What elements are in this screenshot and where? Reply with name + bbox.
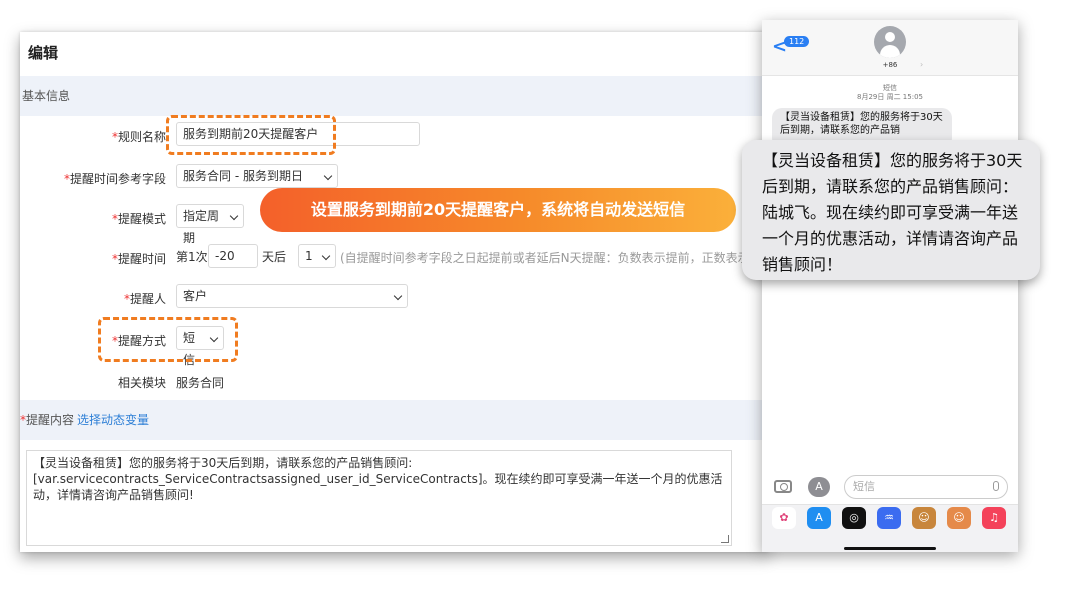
module-label: 相关模块 bbox=[117, 376, 166, 390]
app-tray: ✿ A ◎ ♒ ☺ ☺ ♫ bbox=[762, 504, 1018, 552]
mode-value: 指定周期 bbox=[183, 209, 220, 245]
sms-bubble-enlarged: 【灵当设备租赁】您的服务将于30天后到期，请联系您的产品销售顾问：陆城飞。现在续… bbox=[742, 140, 1040, 280]
time-prefix: 第1次 bbox=[176, 250, 208, 264]
camera-icon[interactable] bbox=[774, 480, 792, 493]
message-type: 短信 bbox=[883, 84, 897, 92]
person-value: 客户 bbox=[183, 289, 208, 303]
message-time: 8月29日 周二 15:05 bbox=[857, 93, 923, 101]
module-value: 服务合同 bbox=[176, 376, 225, 390]
phone-input-row: A 短信 bbox=[762, 472, 1018, 502]
phone-header: < 112 +86 › bbox=[762, 20, 1018, 76]
time-hour-select[interactable]: 1 bbox=[298, 244, 336, 268]
sms-input[interactable]: 短信 bbox=[844, 475, 1008, 499]
mode-label: *提醒模式 bbox=[111, 212, 166, 226]
photos-app-icon[interactable]: ✿ bbox=[772, 507, 796, 529]
editor-title: 编辑 bbox=[28, 44, 59, 62]
memoji-icon-2[interactable]: ☺ bbox=[947, 507, 971, 529]
person-label: *提醒人 bbox=[123, 292, 166, 306]
home-indicator bbox=[844, 547, 936, 550]
content-textarea[interactable]: 【灵当设备租赁】您的服务将于30天后到期，请联系您的产品销售顾问: [var.s… bbox=[26, 450, 732, 546]
memoji-icon-1[interactable]: ☺ bbox=[912, 507, 936, 529]
avatar[interactable] bbox=[874, 26, 906, 58]
rule-name-label: *规则名称 bbox=[111, 130, 166, 144]
activity-app-icon[interactable]: ◎ bbox=[842, 507, 866, 529]
feature-banner: 设置服务到期前20天提醒客户，系统将自动发送短信 bbox=[260, 188, 736, 232]
content-text: 【灵当设备租赁】您的服务将于30天后到期，请联系您的产品销售顾问: [var.s… bbox=[33, 456, 723, 502]
app-store-icon[interactable]: A bbox=[807, 507, 831, 529]
chevron-down-icon bbox=[321, 251, 331, 261]
music-app-icon[interactable]: ♫ bbox=[982, 507, 1006, 529]
method-highlight bbox=[98, 317, 238, 362]
back-count-badge: 112 bbox=[784, 36, 810, 47]
time-label: *提醒时间 bbox=[111, 252, 166, 266]
basic-info-section: 基本信息 bbox=[20, 76, 768, 116]
mode-select[interactable]: 指定周期 bbox=[176, 204, 244, 245]
resize-handle-icon[interactable] bbox=[721, 535, 729, 543]
microphone-icon[interactable] bbox=[993, 481, 999, 491]
rule-name-highlight bbox=[166, 115, 336, 155]
person-select[interactable]: 客户 bbox=[176, 284, 408, 308]
content-section: *提醒内容 选择动态变量 bbox=[20, 400, 768, 440]
time-offset-input[interactable]: -20 bbox=[208, 244, 258, 268]
apps-icon[interactable]: A bbox=[808, 477, 830, 497]
editor-panel: 编辑 基本信息 *规则名称 服务到期前20天提醒客户 *提醒时间参考字段 服务合… bbox=[20, 32, 768, 552]
chevron-right-icon: › bbox=[920, 60, 924, 69]
ref-field-value: 服务合同 - 服务到期日 bbox=[183, 169, 303, 183]
audio-message-icon[interactable]: ♒ bbox=[877, 507, 901, 529]
chevron-down-icon bbox=[393, 291, 403, 301]
chevron-down-icon bbox=[229, 211, 239, 221]
ref-field-select[interactable]: 服务合同 - 服务到期日 bbox=[176, 164, 338, 188]
chevron-down-icon bbox=[323, 171, 333, 181]
message-meta: 短信 8月29日 周二 15:05 bbox=[762, 84, 1018, 102]
sms-input-placeholder: 短信 bbox=[853, 480, 875, 493]
time-unit: 天后 bbox=[262, 250, 287, 264]
ref-field-label: *提醒时间参考字段 bbox=[63, 172, 166, 186]
phone-screen: < 112 +86 › 短信 8月29日 周二 15:05 【灵当设备租赁】您的… bbox=[762, 20, 1018, 552]
select-variable-link[interactable]: 选择动态变量 bbox=[77, 413, 149, 427]
contact-number[interactable]: +86 bbox=[762, 61, 1018, 69]
time-hint: (自提醒时间参考字段之日起提前或者延后N天提醒：负数表示提前，正数表示延 bbox=[340, 251, 762, 265]
time-hour-value: 1 bbox=[305, 249, 313, 263]
